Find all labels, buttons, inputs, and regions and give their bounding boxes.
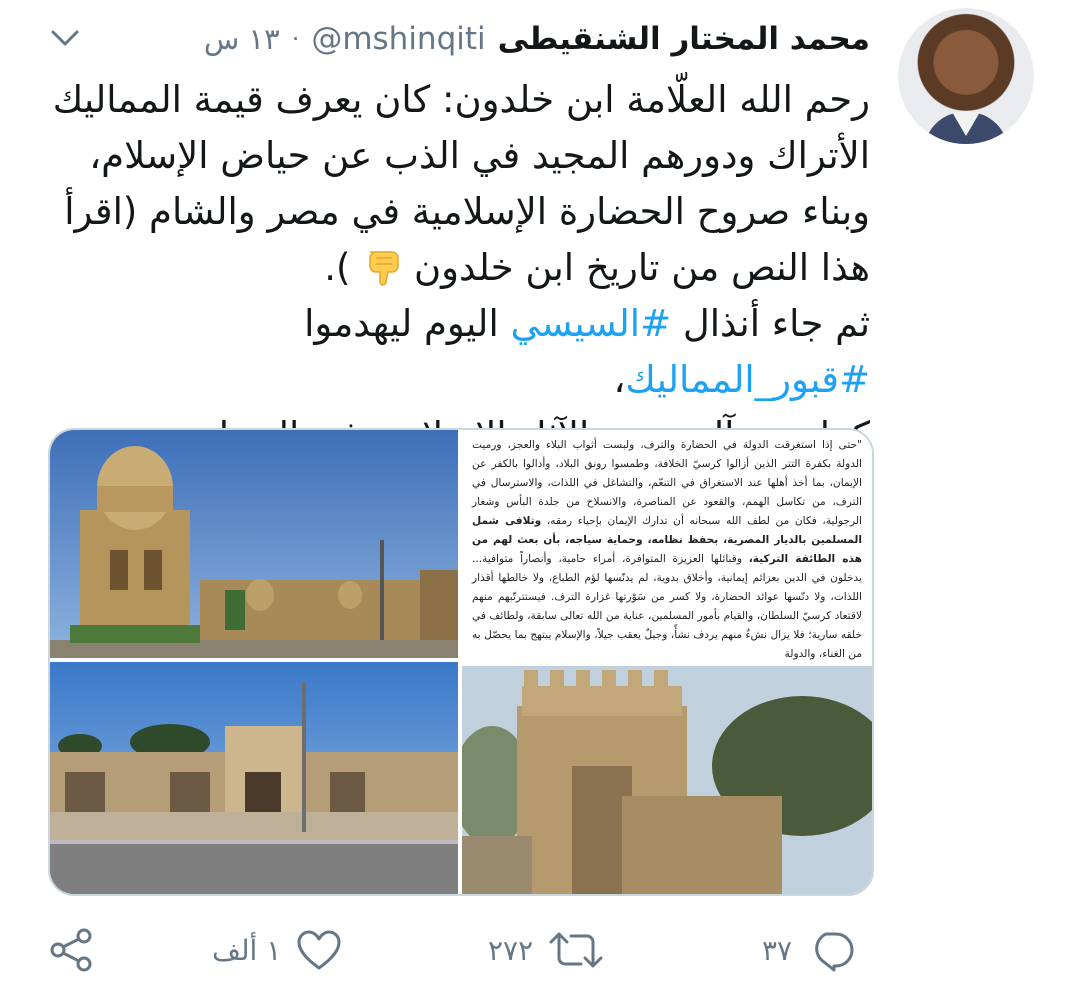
tweet-header: محمد المختار الشنقيطى @mshinqiti · ١٣ س (40, 12, 870, 66)
pointing-down-hand-icon (369, 251, 399, 286)
photo-damaged-minaret[interactable] (462, 666, 872, 894)
reply-button[interactable]: ٣٧ (762, 920, 856, 980)
retweet-icon (549, 932, 603, 968)
heart-icon (297, 930, 341, 970)
media-grid: "حتى إذا استغرقت الدولة في الحضارة والتر… (48, 428, 874, 896)
photo-mamluk-mausoleum[interactable] (50, 430, 458, 658)
tweet-line-text: اليوم ليهدموا (304, 302, 499, 345)
tweet-line: رحم الله العلّامة ابن خلدون: كان يعرف قي… (52, 78, 870, 121)
book-text-p1: "حتى إذا استغرقت الدولة في الحضارة والتر… (472, 439, 862, 527)
avatar[interactable] (898, 8, 1034, 144)
like-count: ١ ألف (212, 933, 282, 967)
tweet-line: الأتراك ودورهم المجيد في الذب عن حياض ال… (89, 134, 870, 177)
tweet-actions: ١ ألف ٢٧٢ ٣٧ (0, 920, 1080, 980)
author-handle[interactable]: @mshinqiti (311, 21, 485, 57)
tweet-line-end: ، (613, 358, 626, 401)
hashtag-mamluk-tombs[interactable]: #قبور_المماليك (625, 358, 870, 401)
like-button[interactable]: ١ ألف (212, 920, 343, 980)
share-icon (50, 928, 92, 972)
photo-mamluk-mausoleum-image (50, 430, 458, 658)
retweet-button[interactable]: ٢٧٢ (488, 920, 605, 980)
tweet-line: هذا النص من تاريخ ابن خلدون ). (40, 240, 870, 296)
reply-icon (815, 932, 854, 972)
reply-count: ٣٧ (762, 933, 793, 967)
author-name[interactable]: محمد المختار الشنقيطى (498, 21, 870, 57)
share-button[interactable] (48, 920, 96, 980)
tweet-line-text: ثم جاء أنذال (682, 302, 870, 345)
book-page-excerpt[interactable]: "حتى إذا استغرقت الدولة في الحضارة والتر… (462, 430, 872, 662)
tweet: محمد المختار الشنقيطى @mshinqiti · ١٣ س … (0, 0, 1080, 989)
tweet-timestamp[interactable]: ١٣ س (204, 22, 280, 56)
photo-demolished-tombs[interactable] (50, 662, 458, 894)
tweet-line: وبناء صروح الحضارة الإسلامية في مصر والش… (64, 190, 870, 233)
photo-demolished-tombs-image (50, 662, 458, 894)
hashtag-sisi[interactable]: #السيسي (511, 302, 672, 345)
photo-damaged-minaret-image (462, 666, 872, 894)
separator-dot: · (291, 25, 300, 53)
tweet-text: رحم الله العلّامة ابن خلدون: كان يعرف قي… (40, 72, 870, 464)
tweet-line-end: ). (324, 246, 351, 289)
book-text-p2: وقبائلها العزيزة المتوافرة، أمراء حامية،… (472, 553, 862, 660)
tweet-line-text: هذا النص من تاريخ ابن خلدون (414, 246, 870, 289)
book-page-text: "حتى إذا استغرقت الدولة في الحضارة والتر… (472, 436, 862, 660)
tweet-line: ثم جاء أنذال #السيسي اليوم ليهدموا #قبور… (40, 296, 870, 408)
retweet-count: ٢٧٢ (488, 933, 534, 967)
